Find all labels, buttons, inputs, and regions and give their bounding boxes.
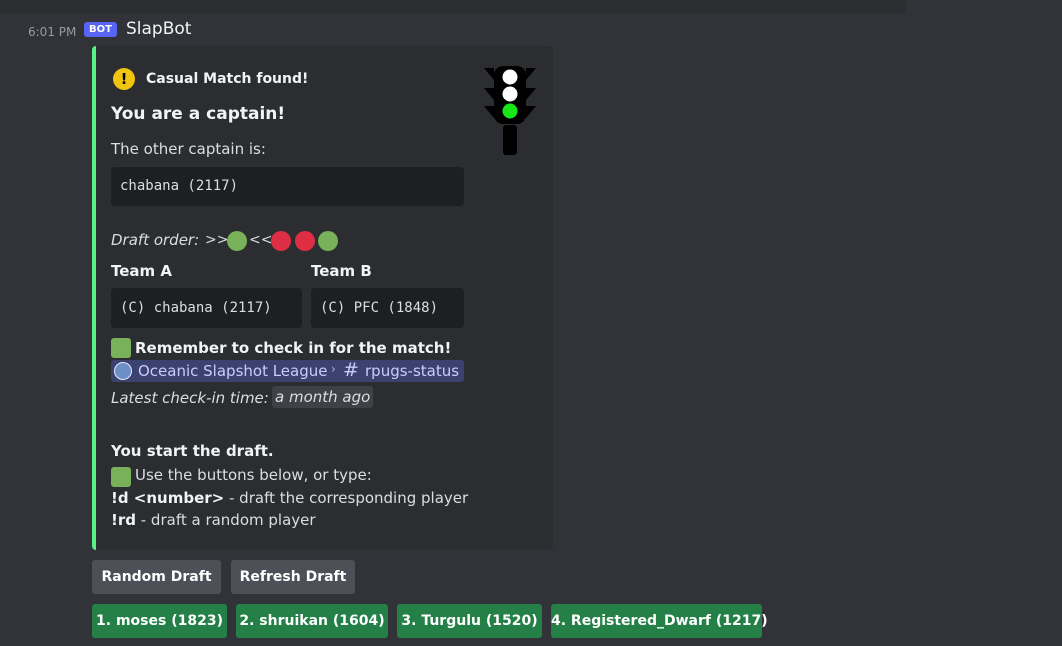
traffic-light-icon <box>484 66 536 155</box>
remember-checkin-text: Remember to check in for the match! <box>135 339 452 357</box>
draft-order-dot-red <box>271 231 291 251</box>
command-line: !d <number> - draft the corresponding pl… <box>111 489 468 507</box>
draft-order-dot-green <box>318 231 338 251</box>
bot-username[interactable]: SlapBot <box>126 19 191 39</box>
guild-name: Oceanic Slapshot League <box>138 362 328 380</box>
match-embed: ! Casual Match found! You are a captain!… <box>92 46 553 550</box>
random-draft-button[interactable]: Random Draft <box>92 560 221 594</box>
chevron-right-icon: › <box>331 362 336 376</box>
team-b-codeblock: (C) PFC (1848) <box>311 288 464 328</box>
other-captain-codeblock: chabana (2117) <box>111 167 464 206</box>
command-desc: - draft the corresponding player <box>224 489 469 507</box>
hash-icon: # <box>343 359 359 381</box>
embed-author: Casual Match found! <box>146 71 309 87</box>
channel-name: rpugs-status <box>365 362 460 380</box>
team-a-codeblock: (C) chabana (2117) <box>111 288 302 328</box>
team-a-label: Team A <box>111 262 172 280</box>
draft-order-label: Draft order: <box>111 231 200 249</box>
command-line: !rd - draft a random player <box>111 511 316 529</box>
forward-arrows: >> <box>205 232 229 248</box>
guild-icon <box>114 362 132 380</box>
exclamation-icon: ! <box>113 68 135 90</box>
team-b-label: Team B <box>311 262 372 280</box>
green-square-icon <box>111 338 131 358</box>
draft-order-dot-red <box>295 231 315 251</box>
command-name: !rd <box>111 511 136 529</box>
top-bar <box>0 0 906 14</box>
message-timestamp: 6:01 PM <box>28 25 77 39</box>
back-arrows: << <box>249 232 273 248</box>
green-square-icon <box>111 467 131 487</box>
other-captain-label: The other captain is: <box>111 140 266 158</box>
refresh-draft-button[interactable]: Refresh Draft <box>231 560 355 594</box>
player-button-turgulu[interactable]: 3. Turgulu (1520) <box>397 604 542 638</box>
player-button-moses[interactable]: 1. moses (1823) <box>92 604 227 638</box>
checkin-label: Latest check-in time: <box>111 389 269 407</box>
start-draft-text: You start the draft. <box>111 442 274 460</box>
command-desc: - draft a random player <box>135 511 316 529</box>
draft-order-dot-green <box>227 231 247 251</box>
embed-title: You are a captain! <box>111 104 286 124</box>
checkin-timestamp[interactable]: a month ago <box>272 386 374 408</box>
command-name: !d <number> <box>111 489 225 507</box>
use-buttons-text: Use the buttons below, or type: <box>135 466 372 484</box>
channel-mention[interactable]: Oceanic Slapshot League › # rpugs-status <box>111 359 464 382</box>
bot-badge: BOT <box>84 22 117 37</box>
player-button-registered-dwarf[interactable]: 4. Registered_Dwarf (1217) <box>551 604 768 638</box>
player-button-shruikan[interactable]: 2. shruikan (1604) <box>236 604 388 638</box>
